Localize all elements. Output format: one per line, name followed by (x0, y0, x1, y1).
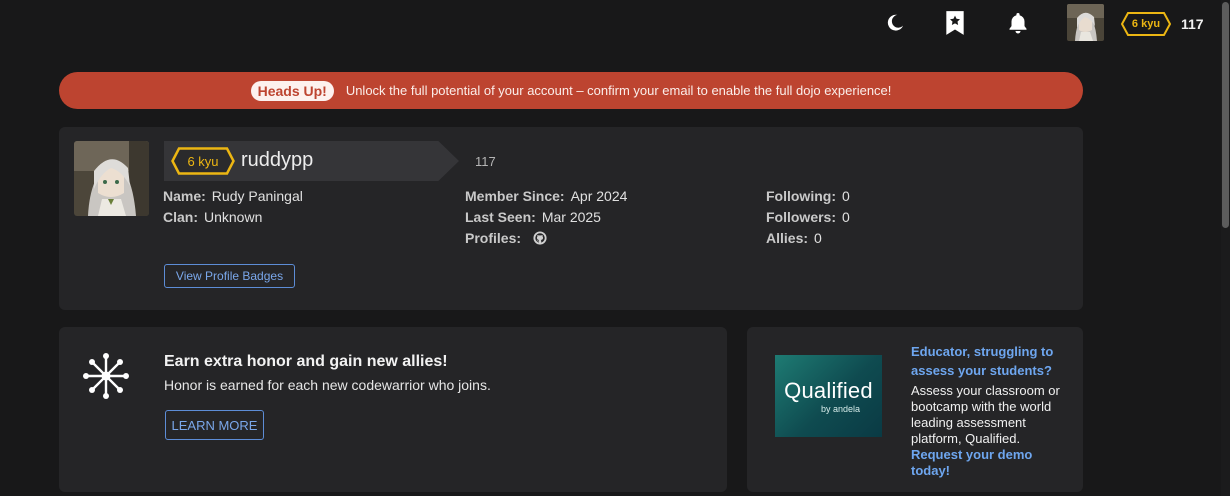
info-following: Following: 0 (766, 188, 850, 204)
referral-title: Earn extra honor and gain new allies! (164, 353, 448, 370)
top-nav-bar: 6 kyu 117 (0, 0, 1230, 46)
request-demo-link[interactable]: Request your demo today! (911, 447, 1032, 478)
scrollbar[interactable] (1221, 0, 1230, 496)
rank-badge-label: 6 kyu (1131, 18, 1161, 30)
info-profiles: Profiles: (465, 230, 547, 248)
alert-message[interactable]: Unlock the full potential of your accoun… (346, 83, 892, 98)
username: ruddypp (241, 149, 314, 171)
profiles-label: Profiles: (465, 230, 522, 246)
referral-card: Earn extra honor and gain new allies! Ho… (59, 327, 727, 492)
name-value: Rudy Paningal (211, 188, 303, 204)
info-name: Name: Rudy Paningal (163, 188, 303, 204)
name-label: Name: (163, 188, 206, 204)
allies-value: 0 (814, 230, 822, 246)
member-since-label: Member Since: (465, 188, 565, 204)
info-member-since: Member Since: Apr 2024 (465, 188, 627, 204)
following-label: Following: (766, 188, 836, 204)
profile-card: 6 kyu ruddypp 117 Name: Rudy Paningal Cla… (59, 127, 1083, 310)
profile-rank-label: 6 kyu (187, 153, 219, 169)
info-last-seen: Last Seen: Mar 2025 (465, 209, 601, 225)
profile-avatar (74, 141, 149, 216)
alert-pill: Heads Up! (250, 80, 334, 101)
member-since-value: Apr 2024 (570, 188, 628, 204)
bell-icon[interactable] (1005, 10, 1031, 36)
last-seen-value: Mar 2025 (541, 209, 601, 225)
qualified-logo-text: Qualified (784, 378, 873, 403)
network-icon (81, 351, 131, 406)
qualified-ad-card: Qualified by andela Educator, struggling… (747, 327, 1083, 492)
view-profile-badges-button[interactable]: View Profile Badges (164, 264, 295, 288)
followers-value: 0 (842, 209, 850, 225)
ad-body-text: Assess your classroom or bootcamp with t… (911, 383, 1060, 446)
allies-label: Allies: (766, 230, 809, 246)
ad-title-link[interactable]: Educator, struggling to assess your stud… (911, 342, 1071, 380)
bookmark-star-icon[interactable] (942, 10, 968, 36)
last-seen-label: Last Seen: (465, 209, 536, 225)
profile-honor: 117 (475, 154, 496, 169)
clan-value: Unknown (204, 209, 263, 225)
referral-subtitle: Honor is earned for each new codewarrior… (164, 377, 491, 393)
honor-count: 117 (1181, 16, 1204, 32)
github-icon[interactable] (533, 231, 547, 248)
clan-label: Clan: (163, 209, 198, 225)
info-allies: Allies: 0 (766, 230, 822, 246)
info-clan: Clan: Unknown (163, 209, 262, 225)
following-value: 0 (841, 188, 850, 204)
moon-icon[interactable] (882, 10, 908, 36)
qualified-logo-sub: by andela (820, 404, 861, 414)
user-avatar[interactable] (1067, 4, 1104, 41)
qualified-logo[interactable]: Qualified by andela (775, 355, 882, 437)
ad-body: Assess your classroom or bootcamp with t… (911, 383, 1071, 479)
learn-more-button[interactable]: LEARN MORE (165, 410, 264, 440)
followers-label: Followers: (766, 209, 837, 225)
info-followers: Followers: 0 (766, 209, 850, 225)
alert-banner: Heads Up! Unlock the full potential of y… (59, 72, 1083, 109)
scrollbar-thumb[interactable] (1222, 2, 1229, 228)
